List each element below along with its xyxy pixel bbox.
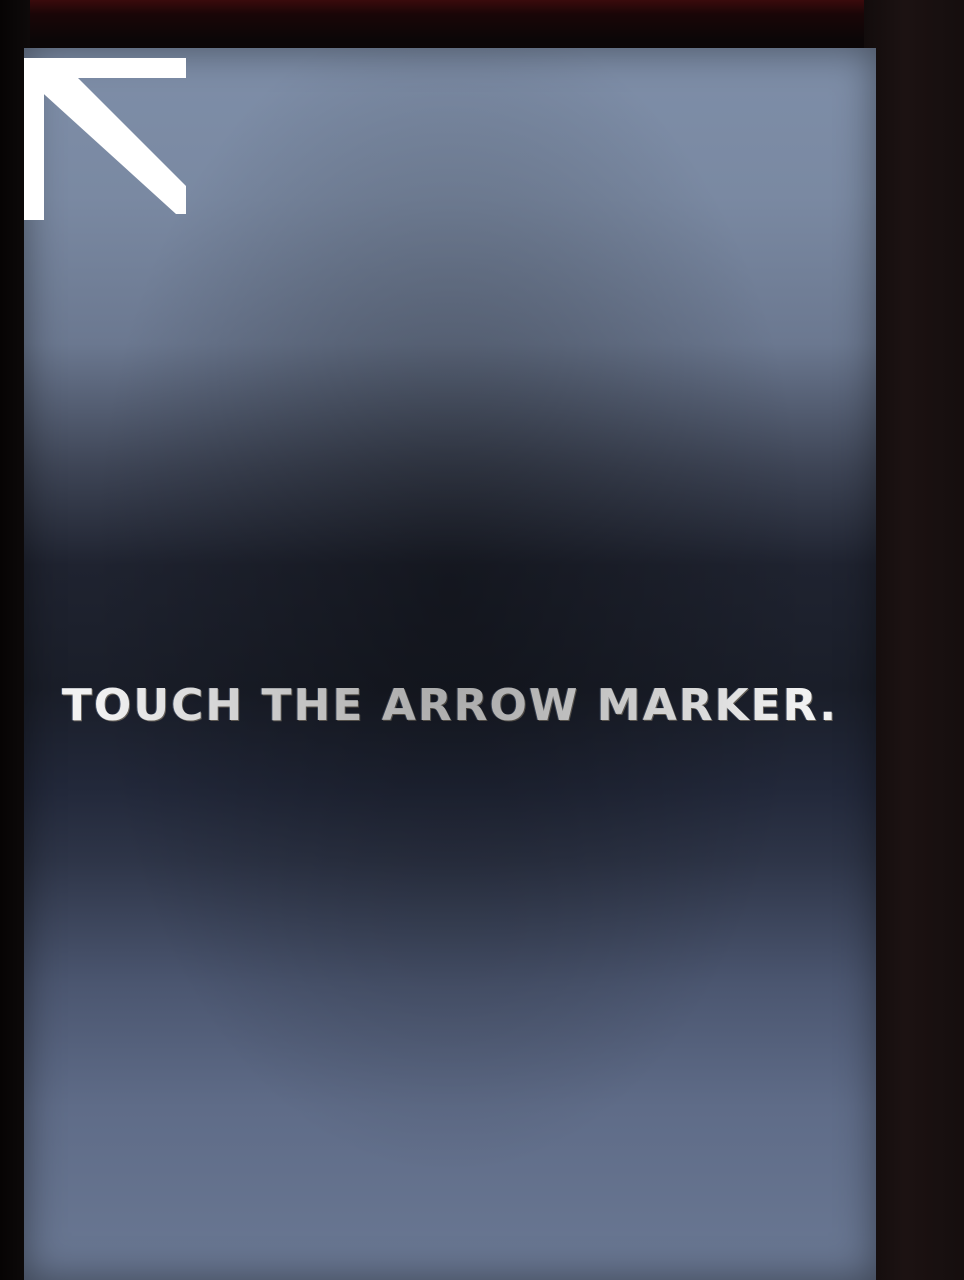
device-frame: TOUCH THE ARROW MARKER. (0, 0, 964, 1280)
arrow-up-left-icon[interactable] (24, 58, 186, 220)
device-bezel-right (864, 0, 964, 1280)
calibration-screen[interactable]: TOUCH THE ARROW MARKER. (24, 48, 876, 1280)
calibration-prompt: TOUCH THE ARROW MARKER. (61, 680, 839, 731)
